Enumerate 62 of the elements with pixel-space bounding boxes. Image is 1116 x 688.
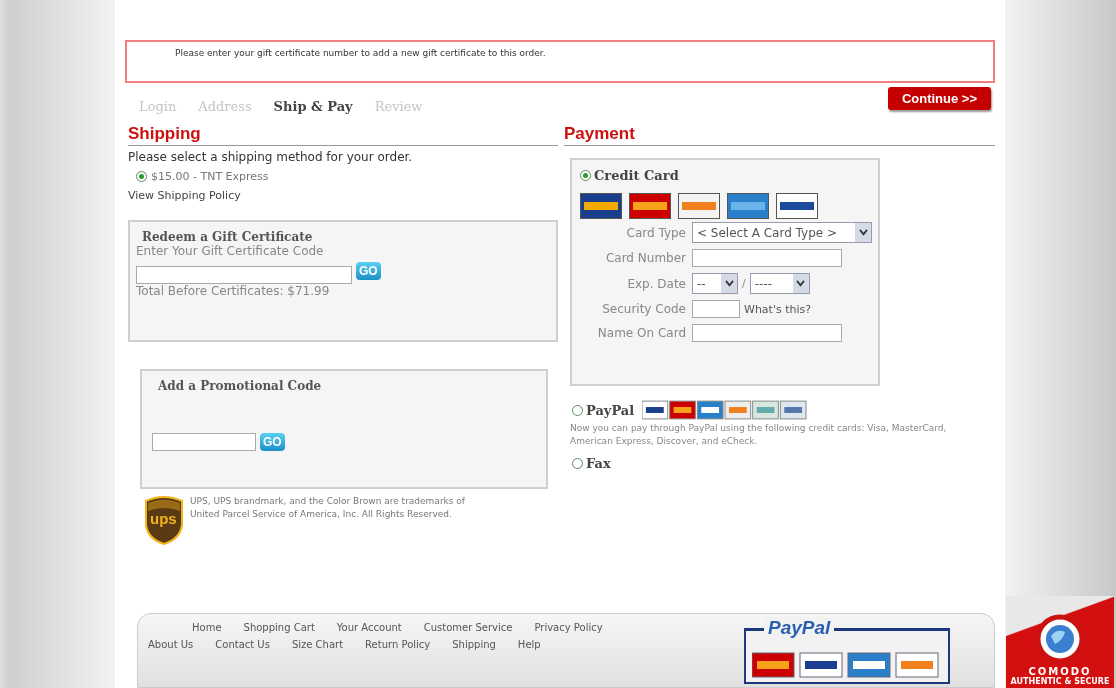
card-logos-icon bbox=[752, 652, 942, 679]
panel-title: Add a Promotional Code bbox=[157, 379, 323, 394]
radio-button[interactable] bbox=[580, 170, 591, 182]
field-label: Card Number bbox=[605, 251, 686, 266]
field-label: Name On Card bbox=[597, 326, 686, 341]
footer-link[interactable]: Contact Us bbox=[215, 639, 270, 651]
globe-icon bbox=[1035, 614, 1085, 664]
footer-link[interactable]: Your Account bbox=[336, 622, 402, 634]
footer-link[interactable]: Shopping Cart bbox=[243, 622, 315, 634]
footer-link[interactable]: About Us bbox=[148, 639, 194, 651]
card-logo-icon bbox=[580, 193, 622, 220]
field-label: Enter Your Gift Certificate Code bbox=[136, 244, 325, 259]
card-logos-icon bbox=[642, 400, 809, 421]
security-code-field[interactable] bbox=[692, 300, 740, 319]
checkout-step-tab[interactable]: Ship & Pay bbox=[273, 99, 353, 115]
option-label: PayPal bbox=[586, 402, 635, 418]
paypal-note: Now you can pay through PayPal using the following credit cards: Visa, MasterCard, American Express, Discover, and eCheck. bbox=[570, 422, 948, 449]
month-dropdown[interactable]: -- bbox=[692, 273, 738, 295]
footer-link[interactable]: Help bbox=[517, 639, 541, 651]
card-logo-icon bbox=[776, 193, 818, 220]
shipping-heading: Shipping bbox=[128, 124, 558, 147]
shield-logo-icon bbox=[144, 495, 184, 546]
footer-link[interactable]: Customer Service bbox=[423, 622, 513, 634]
option-label: Credit Card bbox=[594, 168, 679, 184]
field-label: Card Type bbox=[626, 225, 686, 240]
card-logo-icon bbox=[727, 193, 769, 220]
card-logo-icon bbox=[629, 193, 671, 220]
trademark-notice: UPS, UPS brandmark, and the Color Brown are trademarks of United Parcel Service of America, Inc. All Rights Reserved. bbox=[190, 495, 467, 522]
radio-button[interactable] bbox=[136, 171, 147, 183]
footer-link[interactable]: Size Chart bbox=[291, 639, 344, 651]
badge-brand: COMODO bbox=[1028, 666, 1092, 677]
caret-icon bbox=[858, 229, 868, 237]
caret-icon bbox=[724, 280, 734, 288]
option-label: Fax bbox=[586, 456, 611, 472]
continue-button[interactable]: Continue >> bbox=[887, 87, 991, 111]
shipping-policy-link[interactable]: View Shipping Policy bbox=[128, 189, 241, 203]
card-logo-icon bbox=[678, 193, 720, 220]
year-dropdown[interactable]: ---- bbox=[749, 273, 810, 295]
footer-link[interactable]: Shipping bbox=[452, 639, 496, 651]
footer-link[interactable]: Home bbox=[192, 622, 222, 634]
whats-this-link[interactable]: What's this? bbox=[744, 302, 812, 316]
field-label: Security Code bbox=[602, 302, 686, 317]
logo-text: ups bbox=[150, 510, 177, 528]
caret-icon bbox=[796, 280, 806, 288]
footer-link[interactable]: Privacy Policy bbox=[534, 622, 603, 634]
shipping-method-label: $15.00 - TNT Express bbox=[151, 170, 269, 184]
gift-code-field[interactable] bbox=[136, 266, 352, 285]
promo-code-field[interactable] bbox=[152, 433, 256, 452]
date-separator: / bbox=[742, 277, 746, 291]
total-text: Total Before Certificates: $71.99 bbox=[136, 284, 331, 299]
field-label: Exp. Date bbox=[627, 276, 686, 291]
footer-link[interactable]: Return Policy bbox=[365, 639, 431, 651]
payment-heading: Payment bbox=[564, 124, 995, 147]
radio-button[interactable] bbox=[572, 458, 583, 470]
name-on-card-field[interactable] bbox=[692, 324, 842, 343]
badge-tagline: AUTHENTIC & SECURE bbox=[1010, 677, 1110, 686]
shipping-prompt: Please select a shipping method for your order. bbox=[128, 150, 413, 165]
card-type-dropdown[interactable]: < Select A Card Type > bbox=[692, 222, 872, 244]
radio-button[interactable] bbox=[572, 404, 583, 416]
notice-text: Please enter your gift certificate number to add a new gift certificate to this order. bbox=[175, 48, 546, 58]
panel-title: Redeem a Gift Certificate bbox=[141, 230, 314, 245]
card-number-field[interactable] bbox=[692, 249, 842, 268]
